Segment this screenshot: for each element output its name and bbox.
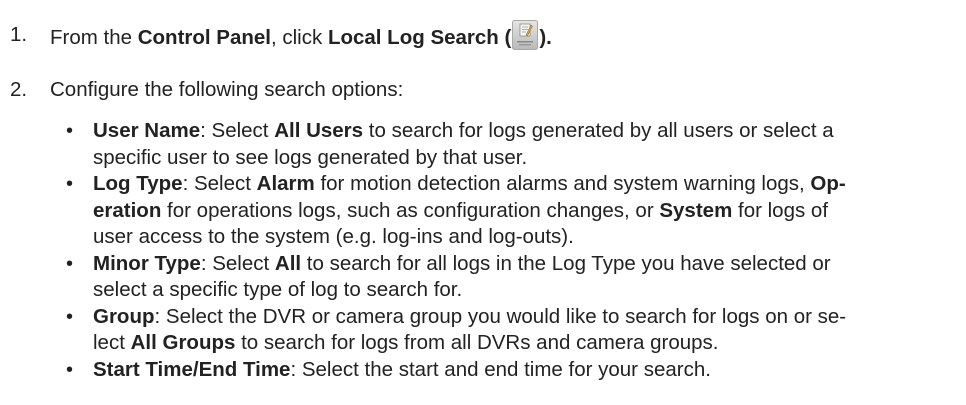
- option-term: User Name: [93, 119, 201, 142]
- option-line: select a specific type of log to search …: [93, 277, 966, 304]
- option-text: select a specific type of log to search …: [93, 278, 463, 301]
- option-text: for motion detection alarms and system w…: [314, 172, 811, 195]
- option-item: • Group: Select the DVR or camera group y…: [66, 304, 966, 357]
- option-line: lect All Groups to search for logs from …: [93, 330, 966, 357]
- option-text: for operations logs, such as configurati…: [161, 198, 660, 222]
- option-term: All: [274, 251, 302, 275]
- local-log-search-term: Local Log Search (: [327, 26, 512, 49]
- step-text: Configure the following search options:: [50, 78, 404, 101]
- option-text: : Select: [200, 119, 275, 142]
- option-term: All Users: [274, 119, 364, 142]
- step-text-part: From the: [50, 26, 138, 49]
- option-text: : Select: [200, 251, 275, 275]
- option-text: : Select the start and end time for your…: [290, 357, 711, 381]
- local-log-search-icon: [512, 20, 539, 50]
- option-text: : Select the DVR or camera group you wou…: [154, 304, 847, 328]
- step-text-part: ).: [539, 26, 552, 49]
- option-item: • Start Time/End Time: Select the start a…: [66, 357, 966, 384]
- option-term: All Groups: [130, 331, 236, 354]
- option-text: to search for logs from all DVRs and cam…: [235, 331, 719, 354]
- step-number: 2.: [10, 78, 28, 101]
- option-text: : Select: [182, 172, 257, 195]
- option-term: Alarm: [256, 172, 315, 195]
- option-line: Log Type: Select Alarm for motion detect…: [93, 171, 966, 198]
- search-options-list: • User Name: Select All Users to search f…: [66, 118, 966, 383]
- step-number: 1.: [10, 23, 28, 46]
- option-line: specific user to see logs generated by t…: [93, 145, 966, 172]
- option-term: Group: [93, 304, 155, 328]
- step-text-part: , click: [270, 26, 328, 49]
- option-item: • Log Type: Select Alarm for motion detec…: [66, 171, 966, 251]
- option-term: Start Time/End Time: [93, 357, 291, 381]
- option-text: specific user to see logs generated by t…: [93, 145, 528, 169]
- bullet-marker: •: [66, 305, 74, 328]
- option-term: Log Type: [93, 172, 183, 195]
- option-text: to search for all logs in the Log Type y…: [301, 251, 831, 275]
- option-text: to search for logs generated by all user…: [363, 119, 834, 142]
- bullet-marker: •: [66, 120, 74, 142]
- bullet-marker: •: [66, 252, 74, 275]
- option-term: Op-: [810, 172, 846, 195]
- control-panel-term: Control Panel: [137, 26, 271, 49]
- option-text: for logs of: [732, 198, 829, 222]
- option-line: User Name: Select All Users to search fo…: [93, 118, 966, 145]
- option-line: Start Time/End Time: Select the start an…: [93, 357, 966, 384]
- option-text: lect: [93, 331, 131, 354]
- bullet-marker: •: [66, 173, 74, 195]
- option-item: • Minor Type: Select All to search for al…: [66, 251, 966, 304]
- option-line: Group: Select the DVR or camera group yo…: [93, 304, 966, 331]
- option-line: Minor Type: Select All to search for all…: [93, 251, 966, 278]
- bullet-marker: •: [66, 358, 74, 381]
- option-item: • User Name: Select All Users to search f…: [66, 118, 966, 171]
- option-term: System: [659, 198, 733, 222]
- option-line: eration for operations logs, such as con…: [93, 198, 966, 225]
- step-text: From the Control Panel, click Local Log …: [50, 20, 552, 53]
- option-line: user access to the system (e.g. log-ins …: [93, 224, 966, 251]
- option-text: user access to the system (e.g. log-ins …: [93, 225, 574, 248]
- option-term: eration: [93, 198, 162, 222]
- option-term: Minor Type: [93, 251, 201, 275]
